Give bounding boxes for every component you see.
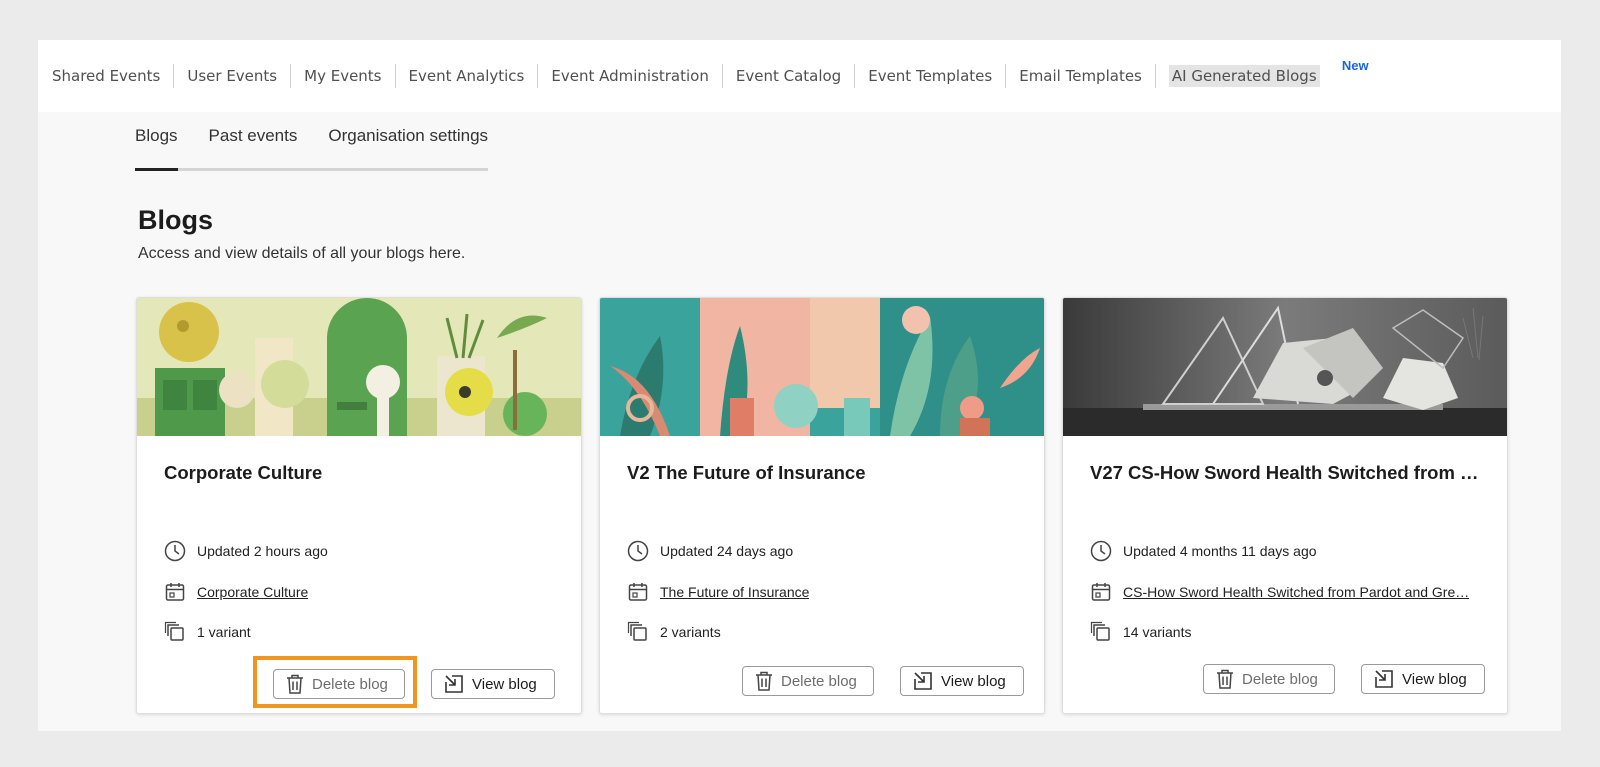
delete-blog-button[interactable]: Delete blog <box>1203 664 1335 694</box>
nav-my-events[interactable]: My Events <box>291 64 396 88</box>
calendar-icon <box>165 583 185 601</box>
nav-email-templates[interactable]: Email Templates <box>1006 64 1156 88</box>
copy-icon <box>627 621 647 641</box>
nav-event-catalog[interactable]: Event Catalog <box>723 64 856 88</box>
blog-thumbnail <box>1063 298 1507 436</box>
updated-row: Updated 24 days ago <box>627 540 793 562</box>
blog-thumbnail <box>600 298 1044 436</box>
clock-icon <box>627 540 649 562</box>
event-link[interactable]: The Future of Insurance <box>660 584 809 600</box>
variants-text: 1 variant <box>197 624 251 640</box>
clock-icon <box>164 540 186 562</box>
page-subtitle: Access and view details of all your blog… <box>138 245 466 262</box>
nav-shared-events[interactable]: Shared Events <box>52 64 175 88</box>
view-blog-button[interactable]: View blog <box>431 669 555 699</box>
blog-title[interactable]: Corporate Culture <box>164 462 559 484</box>
blog-thumbnail <box>137 298 581 436</box>
top-navigation: Shared Events User Events My Events Even… <box>38 40 1561 112</box>
tab-past-events[interactable]: Past events <box>209 124 298 168</box>
event-row: CS-How Sword Health Switched from Pardot… <box>1090 581 1469 603</box>
variants-row: 2 variants <box>627 621 721 643</box>
page-title: Blogs <box>138 205 214 235</box>
open-external-icon <box>914 672 932 690</box>
variants-row: 1 variant <box>164 621 251 643</box>
sub-tabs: Blogs Past events Organisation settings <box>135 124 489 171</box>
updated-text: Updated 4 months 11 days ago <box>1123 543 1317 559</box>
new-badge: New <box>1341 58 1369 73</box>
nav-user-events[interactable]: User Events <box>174 64 292 88</box>
calendar-icon <box>1091 583 1111 601</box>
delete-blog-button[interactable]: Delete blog <box>742 666 874 696</box>
event-link[interactable]: CS-How Sword Health Switched from Pardot… <box>1123 584 1469 600</box>
nav-ai-generated-blogs[interactable]: AI Generated Blogs New <box>1156 58 1369 88</box>
updated-row: Updated 2 hours ago <box>164 540 328 562</box>
trash-icon <box>1217 669 1233 689</box>
event-link[interactable]: Corporate Culture <box>197 584 308 600</box>
variants-text: 2 variants <box>660 624 721 640</box>
updated-row: Updated 4 months 11 days ago <box>1090 540 1317 562</box>
delete-blog-button[interactable]: Delete blog <box>273 669 405 699</box>
variants-text: 14 variants <box>1123 624 1192 640</box>
variants-row: 14 variants <box>1090 621 1191 643</box>
event-row: The Future of Insurance <box>627 581 809 603</box>
view-blog-button[interactable]: View blog <box>900 666 1024 696</box>
updated-text: Updated 2 hours ago <box>197 543 328 559</box>
blog-title[interactable]: V27 CS-How Sword Health Switched from … <box>1090 462 1485 484</box>
blog-card: V27 CS-How Sword Health Switched from … … <box>1062 297 1508 714</box>
copy-icon <box>164 621 184 641</box>
clock-icon <box>1090 540 1112 562</box>
copy-icon <box>1090 621 1110 641</box>
view-blog-button[interactable]: View blog <box>1361 664 1485 694</box>
tab-blogs[interactable]: Blogs <box>135 124 178 171</box>
app-frame: Shared Events User Events My Events Even… <box>38 40 1561 731</box>
trash-icon <box>287 674 303 694</box>
calendar-icon <box>628 583 648 601</box>
blog-card: V2 The Future of Insurance Updated 24 da… <box>599 297 1045 714</box>
tab-organisation-settings[interactable]: Organisation settings <box>328 124 488 168</box>
open-external-icon <box>1375 670 1393 688</box>
updated-text: Updated 24 days ago <box>660 543 794 559</box>
blog-title[interactable]: V2 The Future of Insurance <box>627 462 1022 484</box>
nav-event-administration[interactable]: Event Administration <box>538 64 723 88</box>
open-external-icon <box>445 675 463 693</box>
nav-event-analytics[interactable]: Event Analytics <box>396 64 539 88</box>
trash-icon <box>756 671 772 691</box>
nav-event-templates[interactable]: Event Templates <box>855 64 1007 88</box>
blog-card: Corporate Culture Updated 2 hours ago Co… <box>136 297 582 714</box>
event-row: Corporate Culture <box>164 581 308 603</box>
